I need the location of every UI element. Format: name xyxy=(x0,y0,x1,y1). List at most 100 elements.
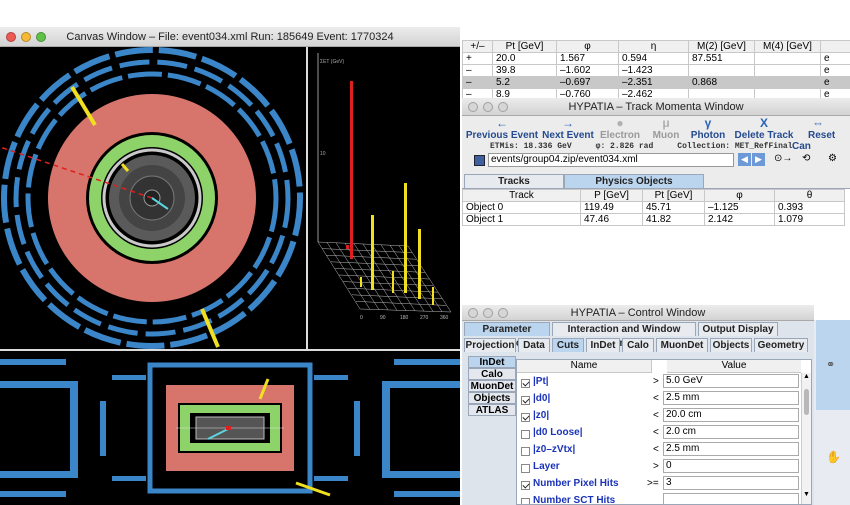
side-tab-indet[interactable]: InDet xyxy=(468,356,516,368)
cuts-scrollbar[interactable]: ▲ ▼ xyxy=(801,373,811,504)
scrollbar-thumb[interactable] xyxy=(804,389,809,415)
tab-physics-objects[interactable]: Physics Objects xyxy=(564,174,704,188)
cut-checkbox[interactable] xyxy=(521,463,530,473)
cut-row[interactable]: Layer > 0 xyxy=(517,458,801,475)
side-strip: ⚭ ✋ xyxy=(814,320,850,505)
cut-value-field[interactable]: 5.0 GeV xyxy=(663,374,799,388)
tab-interaction-window-control[interactable]: Interaction and Window Control xyxy=(552,322,696,349)
reset-canvas-button[interactable]: ⇔ Reset Can xyxy=(792,116,850,152)
cuts-header-name[interactable]: Name xyxy=(517,360,652,373)
tab-indet[interactable]: InDet xyxy=(586,338,620,352)
control-window-titlebar[interactable]: HYPATIA – Control Window xyxy=(462,305,814,321)
col-track[interactable]: Track xyxy=(462,189,581,202)
rotate-icon[interactable]: ⚭ xyxy=(826,358,835,371)
cut-row[interactable]: |z0| < 20.0 cm xyxy=(517,407,801,424)
cut-name: Number SCT Hits xyxy=(533,495,616,505)
cut-row[interactable]: |z0–zVtx| < 2.5 mm xyxy=(517,441,801,458)
cut-checkbox[interactable] xyxy=(521,480,530,490)
col-type[interactable] xyxy=(820,40,850,53)
cut-operator: > xyxy=(653,376,659,387)
cut-checkbox[interactable] xyxy=(521,395,530,405)
lego-ytick: 10 xyxy=(320,151,326,157)
cut-value-field[interactable] xyxy=(663,493,799,504)
canvas-window-titlebar[interactable]: Canvas Window – File: event034.xml Run: … xyxy=(0,27,460,47)
table-row[interactable]: Object 1 47.46 41.82 2.142 1.079 xyxy=(462,213,845,226)
col-charge[interactable]: +/– xyxy=(462,40,493,53)
sub-tabs: Projection Data Cuts InDet Calo MuonDet … xyxy=(464,338,814,352)
cut-checkbox[interactable] xyxy=(521,412,530,422)
col-m2[interactable]: M(2) [GeV] xyxy=(688,40,755,53)
close-button[interactable] xyxy=(468,102,478,112)
close-button[interactable] xyxy=(6,32,16,42)
side-tab-calo[interactable]: Calo xyxy=(468,368,516,380)
cut-value-field[interactable]: 0 xyxy=(663,459,799,473)
table-row[interactable]: –39.8 –1.602 –1.423 e xyxy=(462,64,850,77)
prev-file-button[interactable]: ◀ xyxy=(738,153,751,166)
cut-row[interactable]: |d0 Loose| < 2.0 cm xyxy=(517,424,801,441)
table-row[interactable]: Object 0 119.49 45.71 –1.125 0.393 xyxy=(462,201,845,214)
cut-value-field[interactable]: 2.5 mm xyxy=(663,391,799,405)
cut-row[interactable]: Number Pixel Hits >= 3 xyxy=(517,475,801,492)
cut-checkbox[interactable] xyxy=(521,497,530,504)
cut-row[interactable]: |Pt| > 5.0 GeV xyxy=(517,373,801,390)
scroll-up-arrow[interactable]: ▲ xyxy=(803,373,810,380)
cut-checkbox[interactable] xyxy=(521,429,530,439)
col-phi[interactable]: φ xyxy=(704,189,775,202)
file-path-field[interactable]: events/group04.zip/event034.xml xyxy=(488,153,734,167)
cut-name: |Pt| xyxy=(533,376,549,387)
cut-value-field[interactable]: 2.5 mm xyxy=(663,442,799,456)
col-phi[interactable]: φ xyxy=(556,40,619,53)
cut-value-field[interactable]: 3 xyxy=(663,476,799,490)
cut-row[interactable]: Number SCT Hits xyxy=(517,492,801,505)
table-row[interactable]: +20.0 1.567 0.594 87.551 e xyxy=(462,52,850,65)
zoom-button[interactable] xyxy=(36,32,46,42)
tab-geometry[interactable]: Geometry xyxy=(754,338,808,352)
tab-tracks[interactable]: Tracks xyxy=(464,174,564,188)
side-tab-atlas[interactable]: ATLAS xyxy=(468,404,516,416)
table-row-selected[interactable]: –5.2 –0.697 –2.351 0.868 e xyxy=(462,76,850,89)
tab-cuts[interactable]: Cuts xyxy=(552,338,584,352)
col-pt[interactable]: Pt [GeV] xyxy=(492,40,557,53)
cut-checkbox[interactable] xyxy=(521,446,530,456)
longitudinal-view[interactable] xyxy=(0,351,460,505)
minimize-button[interactable] xyxy=(483,102,493,112)
cut-row[interactable]: |d0| < 2.5 mm xyxy=(517,390,801,407)
side-tab-muondet[interactable]: MuonDet xyxy=(468,380,516,392)
col-theta[interactable]: θ xyxy=(774,189,845,202)
cut-value-field[interactable]: 2.0 cm xyxy=(663,425,799,439)
energy-bar-2 xyxy=(371,215,374,290)
transverse-view[interactable] xyxy=(0,47,306,349)
minimize-button[interactable] xyxy=(483,308,493,318)
view-divider-v[interactable] xyxy=(306,47,308,349)
cut-value-field[interactable]: 20.0 cm xyxy=(663,408,799,422)
next-file-button[interactable]: ▶ xyxy=(752,153,765,166)
col-p[interactable]: P [GeV] xyxy=(580,189,643,202)
col-m4[interactable]: M(4) [GeV] xyxy=(754,40,821,53)
cut-checkbox[interactable] xyxy=(521,378,530,388)
table-row[interactable]: –8.9 –0.760 –2.462 e xyxy=(462,88,850,98)
tab-output-display[interactable]: Output Display xyxy=(698,322,778,336)
tab-calo[interactable]: Calo xyxy=(622,338,654,352)
cuts-header-value[interactable]: Value xyxy=(667,360,801,373)
scroll-down-arrow[interactable]: ▼ xyxy=(803,491,810,498)
tab-projection[interactable]: Projection xyxy=(464,338,516,352)
track-window-titlebar[interactable]: HYPATIA – Track Momenta Window xyxy=(462,98,850,116)
col-eta[interactable]: η xyxy=(618,40,689,53)
side-tab-objects[interactable]: Objects xyxy=(468,392,516,404)
export-icon[interactable]: ⊙→ xyxy=(774,153,792,164)
col-pt[interactable]: Pt [GeV] xyxy=(642,189,705,202)
refresh-icon[interactable]: ⟲ xyxy=(802,153,810,164)
disk-icon[interactable] xyxy=(474,155,485,166)
settings-icon[interactable]: ⚙ xyxy=(828,153,837,164)
control-window-title: HYPATIA – Control Window xyxy=(570,307,706,319)
zoom-button[interactable] xyxy=(498,102,508,112)
tab-objects[interactable]: Objects xyxy=(710,338,752,352)
tab-muondet[interactable]: MuonDet xyxy=(656,338,708,352)
close-button[interactable] xyxy=(468,308,478,318)
minimize-button[interactable] xyxy=(21,32,31,42)
lego-plot[interactable]: ΣET (GeV) 10 0 90 180 270 360 xyxy=(308,47,460,349)
phi-value: φ: 2.826 rad xyxy=(595,142,654,151)
tab-parameter-control[interactable]: Parameter Control xyxy=(464,322,550,349)
zoom-button[interactable] xyxy=(498,308,508,318)
tab-data[interactable]: Data xyxy=(518,338,550,352)
